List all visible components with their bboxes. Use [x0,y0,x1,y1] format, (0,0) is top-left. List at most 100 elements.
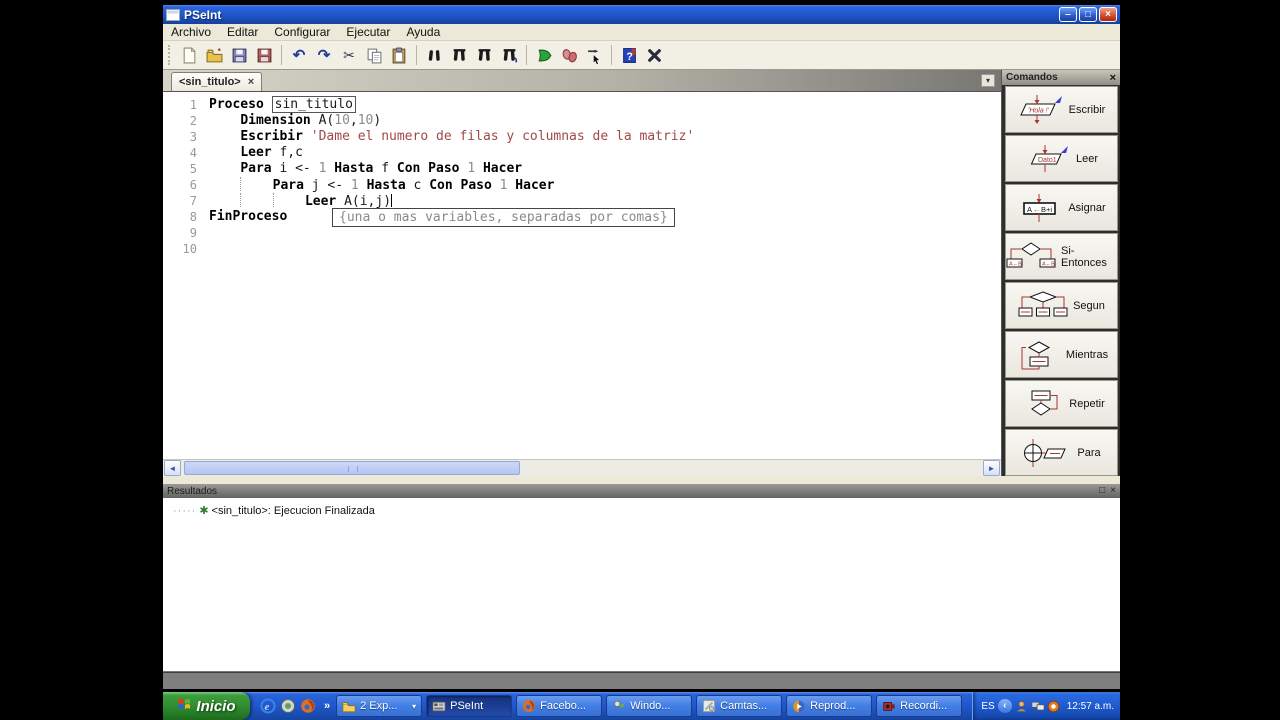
close-button[interactable]: × [1099,7,1117,22]
code-editor[interactable]: 1 Proceso sin_titulo 2 Dimension A(10,10) 3… [163,91,1001,459]
messenger-tray-icon[interactable] [1015,699,1029,713]
taskbar-group-dropdown-icon[interactable]: ▾ [412,702,416,711]
comando-button-segun[interactable]: Segun [1005,282,1118,329]
code-line: 1 Proceso sin_titulo [163,96,1001,113]
taskbar-button-reprod-[interactable]: Reprod... [786,695,873,717]
toolbar-save-button[interactable] [227,43,251,67]
comando-label: Si-Entonces [1061,244,1107,269]
restore-button[interactable]: □ [1079,7,1097,22]
task-label: Camtas... [720,700,768,712]
toolbar-undo-button[interactable]: ↶ [287,43,311,67]
network-tray-icon[interactable] [1031,699,1045,713]
tab-label: <sin_titulo> [179,76,241,88]
taskbar-button-recordi-[interactable]: Recordi... [876,695,963,717]
language-indicator[interactable]: ES [981,701,994,712]
toolbar-close-file-button[interactable] [642,43,666,67]
editor-pane: <sin_titulo> × ▾ 1 Proceso sin_titulo 2 Di… [163,70,1002,476]
code-text: Leer A(i,j) [197,193,393,209]
comando-button-asignar[interactable]: A ← B+i Asignar [1005,184,1118,231]
menu-item-ayuda[interactable]: Ayuda [398,24,448,40]
menu-item-archivo[interactable]: Archivo [163,24,219,40]
taskbar-button-camtas-[interactable]: Camtas... [696,695,783,717]
scroll-left-arrow-icon[interactable]: ◄ [164,460,181,476]
comando-button-mientras[interactable]: Mientras [1005,331,1118,378]
toolbar-redo-button[interactable]: ↷ [312,43,336,67]
toolbar-replace-special-button[interactable] [497,43,521,67]
svg-text:A: A [1027,205,1032,214]
start-button[interactable]: Inicio [163,692,250,720]
toolbar-save-all-button[interactable] [252,43,276,67]
toolbar-cut-button[interactable]: ✂ [337,43,361,67]
comando-button-si-entonces[interactable]: A←B A←B Si-Entonces [1005,233,1118,280]
taskbar-button-2-exp-[interactable]: 2 Exp... ▾ [336,695,423,717]
toolbar-help-button[interactable]: ? [617,43,641,67]
task-label: 2 Exp... [360,700,398,712]
media-player-icon [792,699,806,713]
horizontal-scrollbar[interactable]: ◄ ► [163,459,1001,476]
comandos-close-icon[interactable]: × [1110,72,1116,84]
code-text: Para j <- 1 Hasta c Con Paso 1 Hacer [197,177,554,193]
para-flowchart-icon [1022,438,1072,468]
toolbar-paste-button[interactable] [387,43,411,67]
menu-item-ejecutar[interactable]: Ejecutar [338,24,398,40]
menu-item-editar[interactable]: Editar [219,24,266,40]
toolbar-new-button[interactable] [177,43,201,67]
quicklaunch-overflow-chevron-icon[interactable]: » [324,700,330,712]
comando-label: Mientras [1065,348,1109,361]
svg-text:?: ? [626,50,632,62]
tab-close-icon[interactable]: × [248,76,254,88]
toolbar-replace-button[interactable] [472,43,496,67]
code-line: 6 Para j <- 1 Hasta c Con Paso 1 Hacer [163,177,1001,193]
toolbar-copy-button[interactable] [362,43,386,67]
line-number: 1 [189,98,197,112]
line-number: 7 [189,194,197,208]
result-item-text: <sin_titulo>: Ejecucion Finalizada [211,504,375,517]
desktop: PSeInt – □ × Archivo Editar Configurar Ejec… [0,0,1280,720]
comando-button-leer[interactable]: Dato1 Leer [1005,135,1118,182]
menu-item-configurar[interactable]: Configurar [266,24,338,40]
comando-button-escribir[interactable]: 'Hola !' Escribir [1005,86,1118,133]
comando-button-para[interactable]: Para [1005,429,1118,476]
comando-label: Segun [1073,299,1105,312]
code-text: FinProceso [209,209,288,224]
escribir-flowchart-icon: 'Hola !' [1018,94,1064,125]
leer-flowchart-icon: Dato1 [1025,144,1071,174]
tab-list-dropdown-icon[interactable]: ▾ [981,74,995,87]
toolbar-run-step-by-step-button[interactable] [557,43,581,67]
toolbar-find-button[interactable] [422,43,446,67]
scrollbar-thumb[interactable] [184,461,520,475]
svg-text:←: ← [1033,205,1041,214]
minimize-button[interactable]: – [1059,7,1077,22]
panel-splitter[interactable] [163,476,1120,484]
toolbar-execute-step-button[interactable] [582,43,606,67]
taskbar-button-facebo-[interactable]: Facebo... [516,695,603,717]
result-item[interactable]: ····· ✱ <sin_titulo>: Ejecucion Finaliza… [173,504,1120,518]
windows-app-icon[interactable] [280,698,296,714]
line-number: 9 [189,226,197,240]
internet-explorer-icon[interactable]: e [260,698,276,714]
toolbar: ↶ ↷ ✂? [163,41,1120,70]
toolbar-separator [281,45,282,65]
float-panel-icon[interactable]: □ [1099,485,1105,497]
text-cursor [391,194,393,207]
tree-branch: ····· [173,504,197,517]
line-number: 8 [189,210,197,224]
firefox-icon[interactable] [300,698,316,714]
hide-icons-chevron-icon[interactable]: ‹ [997,699,1012,713]
taskbar-button-pseint[interactable]: PSeInt [426,695,513,717]
toolbar-run-button[interactable] [532,43,556,67]
window-title: PSeInt [184,7,222,22]
task-label: Recordi... [900,700,948,712]
taskbar-button-windo-[interactable]: Windo... [606,695,693,717]
tab-sin-titulo[interactable]: <sin_titulo> × [171,72,263,91]
comando-button-repetir[interactable]: Repetir [1005,380,1118,427]
camtasia-tray-icon[interactable] [1047,699,1061,713]
title-bar[interactable]: PSeInt – □ × [163,5,1120,24]
resultados-close-icon[interactable]: × [1110,485,1116,497]
toolbar-open-button[interactable] [202,43,226,67]
scroll-right-arrow-icon[interactable]: ► [983,460,1000,476]
quick-launch: e [250,698,322,714]
asignar-flowchart-icon: A ← B+i [1017,193,1063,223]
toolbar-find-next-button[interactable] [447,43,471,67]
